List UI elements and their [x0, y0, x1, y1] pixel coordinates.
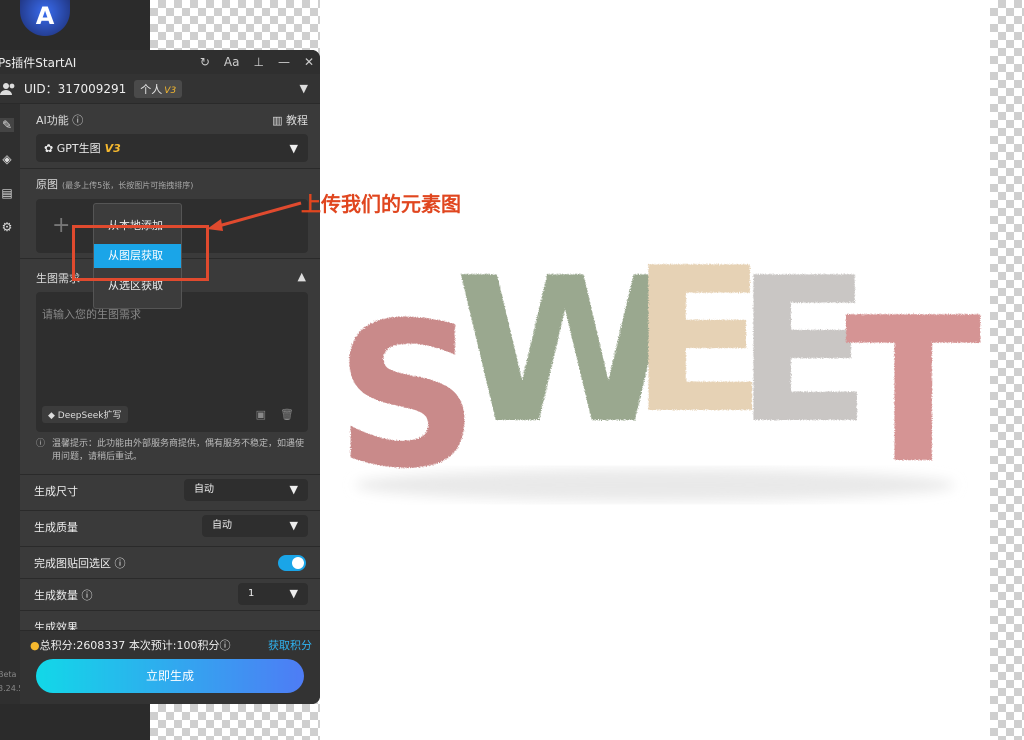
coin-icon: ● — [30, 639, 40, 652]
plus-icon[interactable]: + — [52, 213, 70, 238]
chevron-up-icon[interactable]: ▲ — [298, 270, 306, 283]
plan-badge: 个人 V3 — [134, 79, 183, 98]
trash-icon[interactable]: 🗑 — [280, 408, 294, 421]
count-row: 生成数量 ⓘ 1 ▼ — [20, 578, 320, 610]
plugin-panel: Ps插件StartAI ↻ Aa ⊥ — ✕ UID：317009291 个人 V… — [0, 50, 320, 704]
pin-icon[interactable]: ⊥ — [253, 55, 263, 69]
total-points: 总积分:2608337 — [39, 639, 126, 652]
size-select[interactable]: 自动 ▼ — [184, 479, 308, 501]
plan-name: 个人 — [140, 82, 163, 96]
count-text: 生成数量 — [34, 589, 78, 602]
title-bar: Ps插件StartAI ↻ Aa ⊥ — ✕ — [0, 50, 320, 74]
title-icons: ↻ Aa ⊥ — ✕ — [200, 50, 314, 74]
quality-select[interactable]: 自动 ▼ — [202, 515, 308, 537]
side-rail: ✎ ◈ ▤ ⚙ Beta 3.24.5 — [0, 104, 23, 704]
info-icon: ⓘ — [81, 589, 93, 602]
ai-function-version: V3 — [104, 141, 121, 155]
divider — [20, 168, 320, 169]
annotation-box — [72, 225, 209, 281]
deepseek-expand-button[interactable]: ◆ DeepSeek扩写 — [42, 406, 128, 423]
layers-icon[interactable]: ◈ — [0, 152, 14, 166]
gear-icon[interactable]: ⚙ — [0, 220, 14, 234]
annotation-callout: 上传我们的元素图 — [301, 192, 461, 216]
refresh-icon[interactable]: ↻ — [200, 55, 210, 69]
transparent-canvas-right — [990, 0, 1024, 740]
info-icon: ⓘ — [72, 114, 84, 127]
source-image-label: 原图 (最多上传5张，长按图片可拖拽排序) — [36, 176, 193, 192]
tutorial-link[interactable]: ▥ 教程 — [272, 112, 308, 128]
users-icon — [0, 82, 15, 95]
deepseek-icon: ◆ — [48, 411, 55, 421]
footer: ●总积分:2608337 本次预计:100积分ⓘ 获取积分 立即生成 — [20, 630, 320, 704]
tutorial-text: 教程 — [286, 114, 308, 127]
quality-value: 自动 — [212, 520, 232, 531]
plan-version: V3 — [164, 85, 177, 96]
document-icon[interactable]: ▤ — [0, 186, 14, 200]
paste-back-text: 完成图贴回选区 — [34, 557, 111, 570]
size-row: 生成尺寸 自动 ▼ — [20, 474, 320, 506]
chevron-down-icon: ▼ — [289, 519, 298, 532]
paste-back-row: 完成图贴回选区 ⓘ — [20, 546, 320, 578]
size-value: 自动 — [194, 484, 214, 495]
deepseek-label: DeepSeek扩写 — [57, 411, 122, 421]
prompt-textarea[interactable]: 请输入您的生图需求 ◆ DeepSeek扩写 ▣ 🗑 — [36, 292, 308, 432]
chevron-down-icon: ▼ — [289, 142, 298, 155]
count-select[interactable]: 1 ▼ — [238, 583, 308, 605]
count-value: 1 — [248, 588, 255, 599]
chevron-down-icon: ▼ — [289, 483, 298, 496]
chevron-down-icon: ▼ — [289, 587, 298, 600]
chevron-down-icon[interactable]: ▼ — [300, 82, 308, 95]
beta-label: Beta — [0, 670, 17, 679]
letter-t: T — [845, 275, 981, 505]
source-image-text: 原图 — [36, 178, 58, 191]
quality-row: 生成质量 自动 ▼ — [20, 510, 320, 542]
ai-function-label: AI功能 ⓘ — [36, 112, 83, 128]
ai-function-value: GPT生图 — [56, 142, 101, 155]
info-icon: ⓘ — [114, 557, 126, 570]
size-label: 生成尺寸 — [34, 485, 78, 498]
points-info: ●总积分:2608337 本次预计:100积分ⓘ — [30, 637, 231, 653]
notice-text: 温馨提示：此功能由外部服务商提供，偶有服务不稳定，如遇使用问题，请稍后重试。 — [52, 439, 305, 462]
minimize-icon[interactable]: — — [278, 55, 290, 69]
estimate-points: 本次预计:100积分 — [128, 639, 220, 652]
book-icon: ▥ — [272, 114, 283, 127]
edit-icon[interactable]: ✎ — [0, 118, 14, 132]
generate-button[interactable]: 立即生成 — [36, 659, 304, 693]
notice: ⓘ 温馨提示：此功能由外部服务商提供，偶有服务不稳定，如遇使用问题，请稍后重试。 — [36, 438, 306, 464]
uid-label: UID：317009291 — [24, 82, 127, 96]
prompt-tools: ▣ 🗑 — [256, 408, 294, 421]
count-label: 生成数量 ⓘ — [34, 587, 93, 603]
info-icon: ⓘ — [36, 439, 46, 449]
sweet-artwork: S W E E T — [335, 245, 981, 505]
quality-label: 生成质量 — [34, 521, 78, 534]
close-icon[interactable]: ✕ — [304, 55, 314, 69]
paste-back-toggle[interactable] — [278, 555, 306, 571]
window-title: Ps插件StartAI — [0, 55, 77, 70]
info-icon: ⓘ — [219, 639, 231, 652]
ai-function-text: AI功能 — [36, 114, 69, 127]
font-size-icon[interactable]: Aa — [224, 55, 240, 69]
history-icon[interactable]: ▣ — [256, 408, 266, 421]
ai-function-select[interactable]: ✿ GPT生图 V3 ▼ — [36, 134, 308, 162]
gpt-icon: ✿ — [44, 141, 54, 155]
user-bar: UID：317009291 个人 V3 ▼ — [0, 74, 320, 104]
paste-back-label: 完成图贴回选区 ⓘ — [34, 555, 126, 571]
annotation-arrow — [207, 201, 302, 231]
source-image-hint: (最多上传5张，长按图片可拖拽排序) — [62, 181, 194, 190]
get-points-link[interactable]: 获取积分 — [268, 637, 312, 653]
